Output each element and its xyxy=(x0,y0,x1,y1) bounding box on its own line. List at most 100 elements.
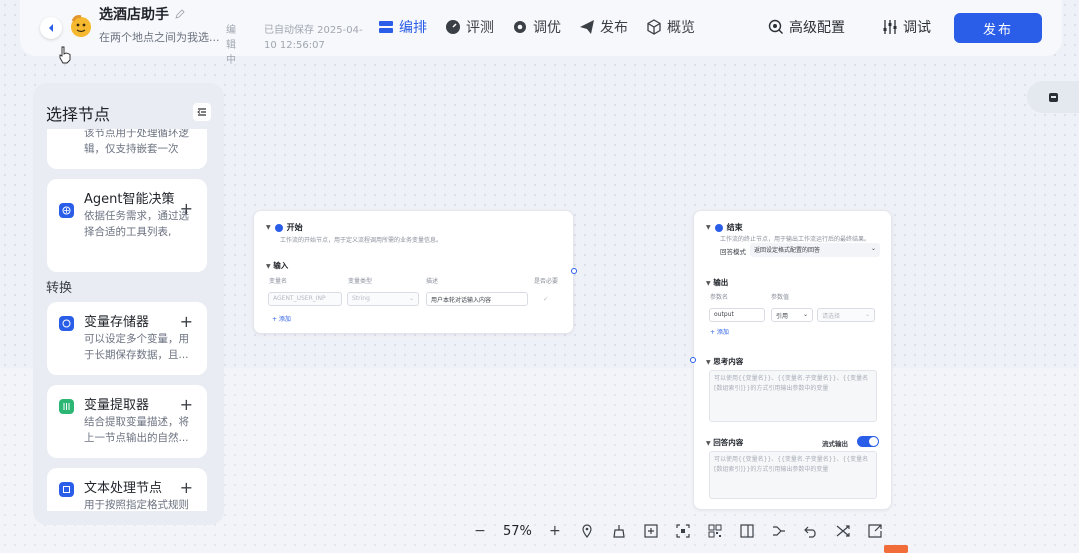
undo-button[interactable] xyxy=(802,522,820,540)
autosave-status: 已自动保存 2025-04-10 12:56:07 xyxy=(264,25,363,51)
add-node-button[interactable]: + xyxy=(180,395,193,414)
export-button[interactable] xyxy=(866,522,884,540)
text-process-icon xyxy=(59,482,74,497)
debug-button[interactable]: 调试 xyxy=(882,17,931,37)
end-node-title: 结束 xyxy=(726,223,743,232)
add-node-canvas-button[interactable] xyxy=(642,522,660,540)
reply-mode-select[interactable]: 返回设定格式配置的回答 ⌄ xyxy=(750,243,880,257)
pencil-icon[interactable] xyxy=(175,9,185,19)
tab-layout-label: 编排 xyxy=(399,20,427,36)
node-card-desc: 可以设定多个变量，用于长期保存数据，且... xyxy=(84,333,189,361)
chevron-down-icon[interactable]: ▼ xyxy=(266,224,271,231)
auto-layout-button[interactable] xyxy=(770,522,788,540)
chevron-down-icon[interactable]: ▼ xyxy=(706,224,711,231)
node-card-desc: 结合提取变量描述，将上一节点输出的自然... xyxy=(84,416,189,444)
tab-tune-label: 调优 xyxy=(533,20,561,36)
layout-icon xyxy=(379,21,393,33)
variable-type-select[interactable]: String ⌄ xyxy=(347,292,419,306)
param-name-field[interactable]: output xyxy=(709,308,765,322)
clean-button[interactable] xyxy=(610,522,628,540)
stream-output-label: 流式输出 xyxy=(822,440,848,448)
app-title[interactable]: 选酒店助手 xyxy=(99,4,185,24)
node-card-text-process[interactable]: 文本处理节点 用于按照指定格式规则 + xyxy=(47,468,207,511)
tab-publish[interactable]: 发布 xyxy=(579,17,628,37)
tab-evaluate-label: 评测 xyxy=(466,20,494,36)
app-title-text: 选酒店助手 xyxy=(99,7,169,23)
hand-cursor-icon xyxy=(59,46,71,64)
think-content-textarea[interactable]: 可以使用{{变量名}}、{{变量名.子变量名}}、{{变量名[数组索引]}}的方… xyxy=(709,370,877,422)
floating-hint-badge[interactable] xyxy=(884,545,908,553)
section-convert: 转换 xyxy=(46,281,73,296)
tab-overview[interactable]: 概览 xyxy=(646,17,695,37)
end-node-header[interactable]: ▼ 结束 xyxy=(706,222,743,233)
end-node[interactable]: ▼ 结束 工作流的终止节点，用于输出工作流运行后的最终结果。 回答模式 返回设定… xyxy=(693,210,892,510)
add-node-button[interactable]: + xyxy=(180,478,193,497)
send-icon xyxy=(580,20,594,34)
cube-icon xyxy=(647,19,661,35)
add-node-button[interactable]: + xyxy=(180,312,193,331)
minimap-button[interactable] xyxy=(706,522,724,540)
agent-icon xyxy=(59,203,74,218)
add-output-link[interactable]: + 添加 xyxy=(710,327,729,336)
zoom-level: 57% xyxy=(503,523,532,539)
tab-evaluate[interactable]: 评测 xyxy=(445,17,494,37)
collapse-icon xyxy=(197,108,206,116)
node-card-desc: 用于按照指定格式规则 xyxy=(84,499,189,511)
required-checkbox[interactable]: ✓ xyxy=(543,295,551,303)
param-ref-select[interactable]: 引用 ⌄ xyxy=(771,308,813,322)
param-value-select[interactable]: 请选择 ⌄ xyxy=(817,308,875,322)
zoom-out-button[interactable]: − xyxy=(471,522,489,540)
edit-status: 编辑中 xyxy=(226,25,236,66)
tab-tune[interactable]: 调优 xyxy=(512,17,561,37)
fit-view-button[interactable] xyxy=(674,522,692,540)
node-card-agent[interactable]: Agent智能决策 依据任务需求，通过选择合适的工具列表, + xyxy=(47,179,207,272)
add-node-button[interactable]: + xyxy=(180,199,193,218)
input-section-label: 输入 xyxy=(273,261,289,270)
input-section-header[interactable]: ▼ 输入 xyxy=(266,260,288,271)
add-input-link[interactable]: + 添加 xyxy=(272,314,291,323)
param-name-header: 参数名 xyxy=(710,294,729,301)
collapse-panel-button[interactable] xyxy=(193,103,211,121)
panel-icon xyxy=(740,524,754,538)
chevron-down-icon: ⌄ xyxy=(408,295,414,302)
start-node-header[interactable]: ▼ 开始 xyxy=(266,222,303,233)
node-card-variable-extract[interactable]: 变量提取器 结合提取变量描述，将上一节点输出的自然... + xyxy=(47,385,207,458)
corner-toggle-button[interactable] xyxy=(1027,81,1079,113)
variable-store-icon xyxy=(59,316,74,331)
shuffle-button[interactable] xyxy=(834,522,852,540)
answer-section-header[interactable]: ▼ 回答内容 xyxy=(706,437,743,448)
locate-button[interactable] xyxy=(578,522,596,540)
chevron-down-icon[interactable]: ▼ xyxy=(706,440,711,447)
col-header: 是否必要 xyxy=(534,278,559,285)
variable-type-value: String xyxy=(352,295,370,302)
chevron-down-icon: ⌄ xyxy=(870,245,876,252)
end-node-input-port[interactable] xyxy=(690,357,696,363)
start-node-output-port[interactable] xyxy=(571,268,577,274)
variable-desc-field[interactable]: 用户本轮对话输入内容 xyxy=(426,292,528,306)
tab-publish-label: 发布 xyxy=(600,20,628,36)
node-card-loop[interactable]: 该节点用于处理循环逻辑，仅支持嵌套一次 xyxy=(47,129,207,169)
output-section-header[interactable]: ▼ 输出 xyxy=(706,277,728,288)
panel-title: 选择节点 xyxy=(46,105,111,124)
chevron-down-icon[interactable]: ▼ xyxy=(706,280,711,287)
back-button[interactable] xyxy=(40,17,62,39)
advanced-config-label: 高级配置 xyxy=(789,20,845,36)
chevron-down-icon[interactable]: ▼ xyxy=(266,263,271,270)
tab-layout[interactable]: 编排 xyxy=(378,17,427,37)
node-list[interactable]: 该节点用于处理循环逻辑，仅支持嵌套一次 Agent智能决策 依据任务需求，通过选… xyxy=(33,129,224,511)
node-card-variable-store[interactable]: 变量存储器 可以设定多个变量，用于长期保存数据，且... + xyxy=(47,302,207,375)
think-section-header[interactable]: ▼ 思考内容 xyxy=(706,356,743,367)
start-node[interactable]: ▼ 开始 工作流的开始节点，用于定义流程调用所需的业务变量信息。 ▼ 输入 变量… xyxy=(253,210,574,334)
zoom-in-button[interactable]: + xyxy=(546,522,564,540)
settings-search-icon xyxy=(768,19,783,34)
layout-panel-button[interactable] xyxy=(738,522,756,540)
advanced-config-button[interactable]: 高级配置 xyxy=(768,17,845,37)
chevron-down-icon[interactable]: ▼ xyxy=(706,359,711,366)
col-header: 变量类型 xyxy=(348,278,373,285)
reply-mode-label: 回答模式 xyxy=(720,248,746,256)
variable-name-field[interactable]: AGENT_USER_INP xyxy=(268,292,342,306)
col-header: 变量名 xyxy=(269,278,288,285)
publish-button[interactable]: 发布 xyxy=(954,13,1042,43)
answer-content-textarea[interactable]: 可以使用{{变量名}}、{{变量名.子变量名}}、{{变量名[数组索引]}}的方… xyxy=(709,451,877,499)
stream-output-toggle[interactable] xyxy=(857,436,879,447)
